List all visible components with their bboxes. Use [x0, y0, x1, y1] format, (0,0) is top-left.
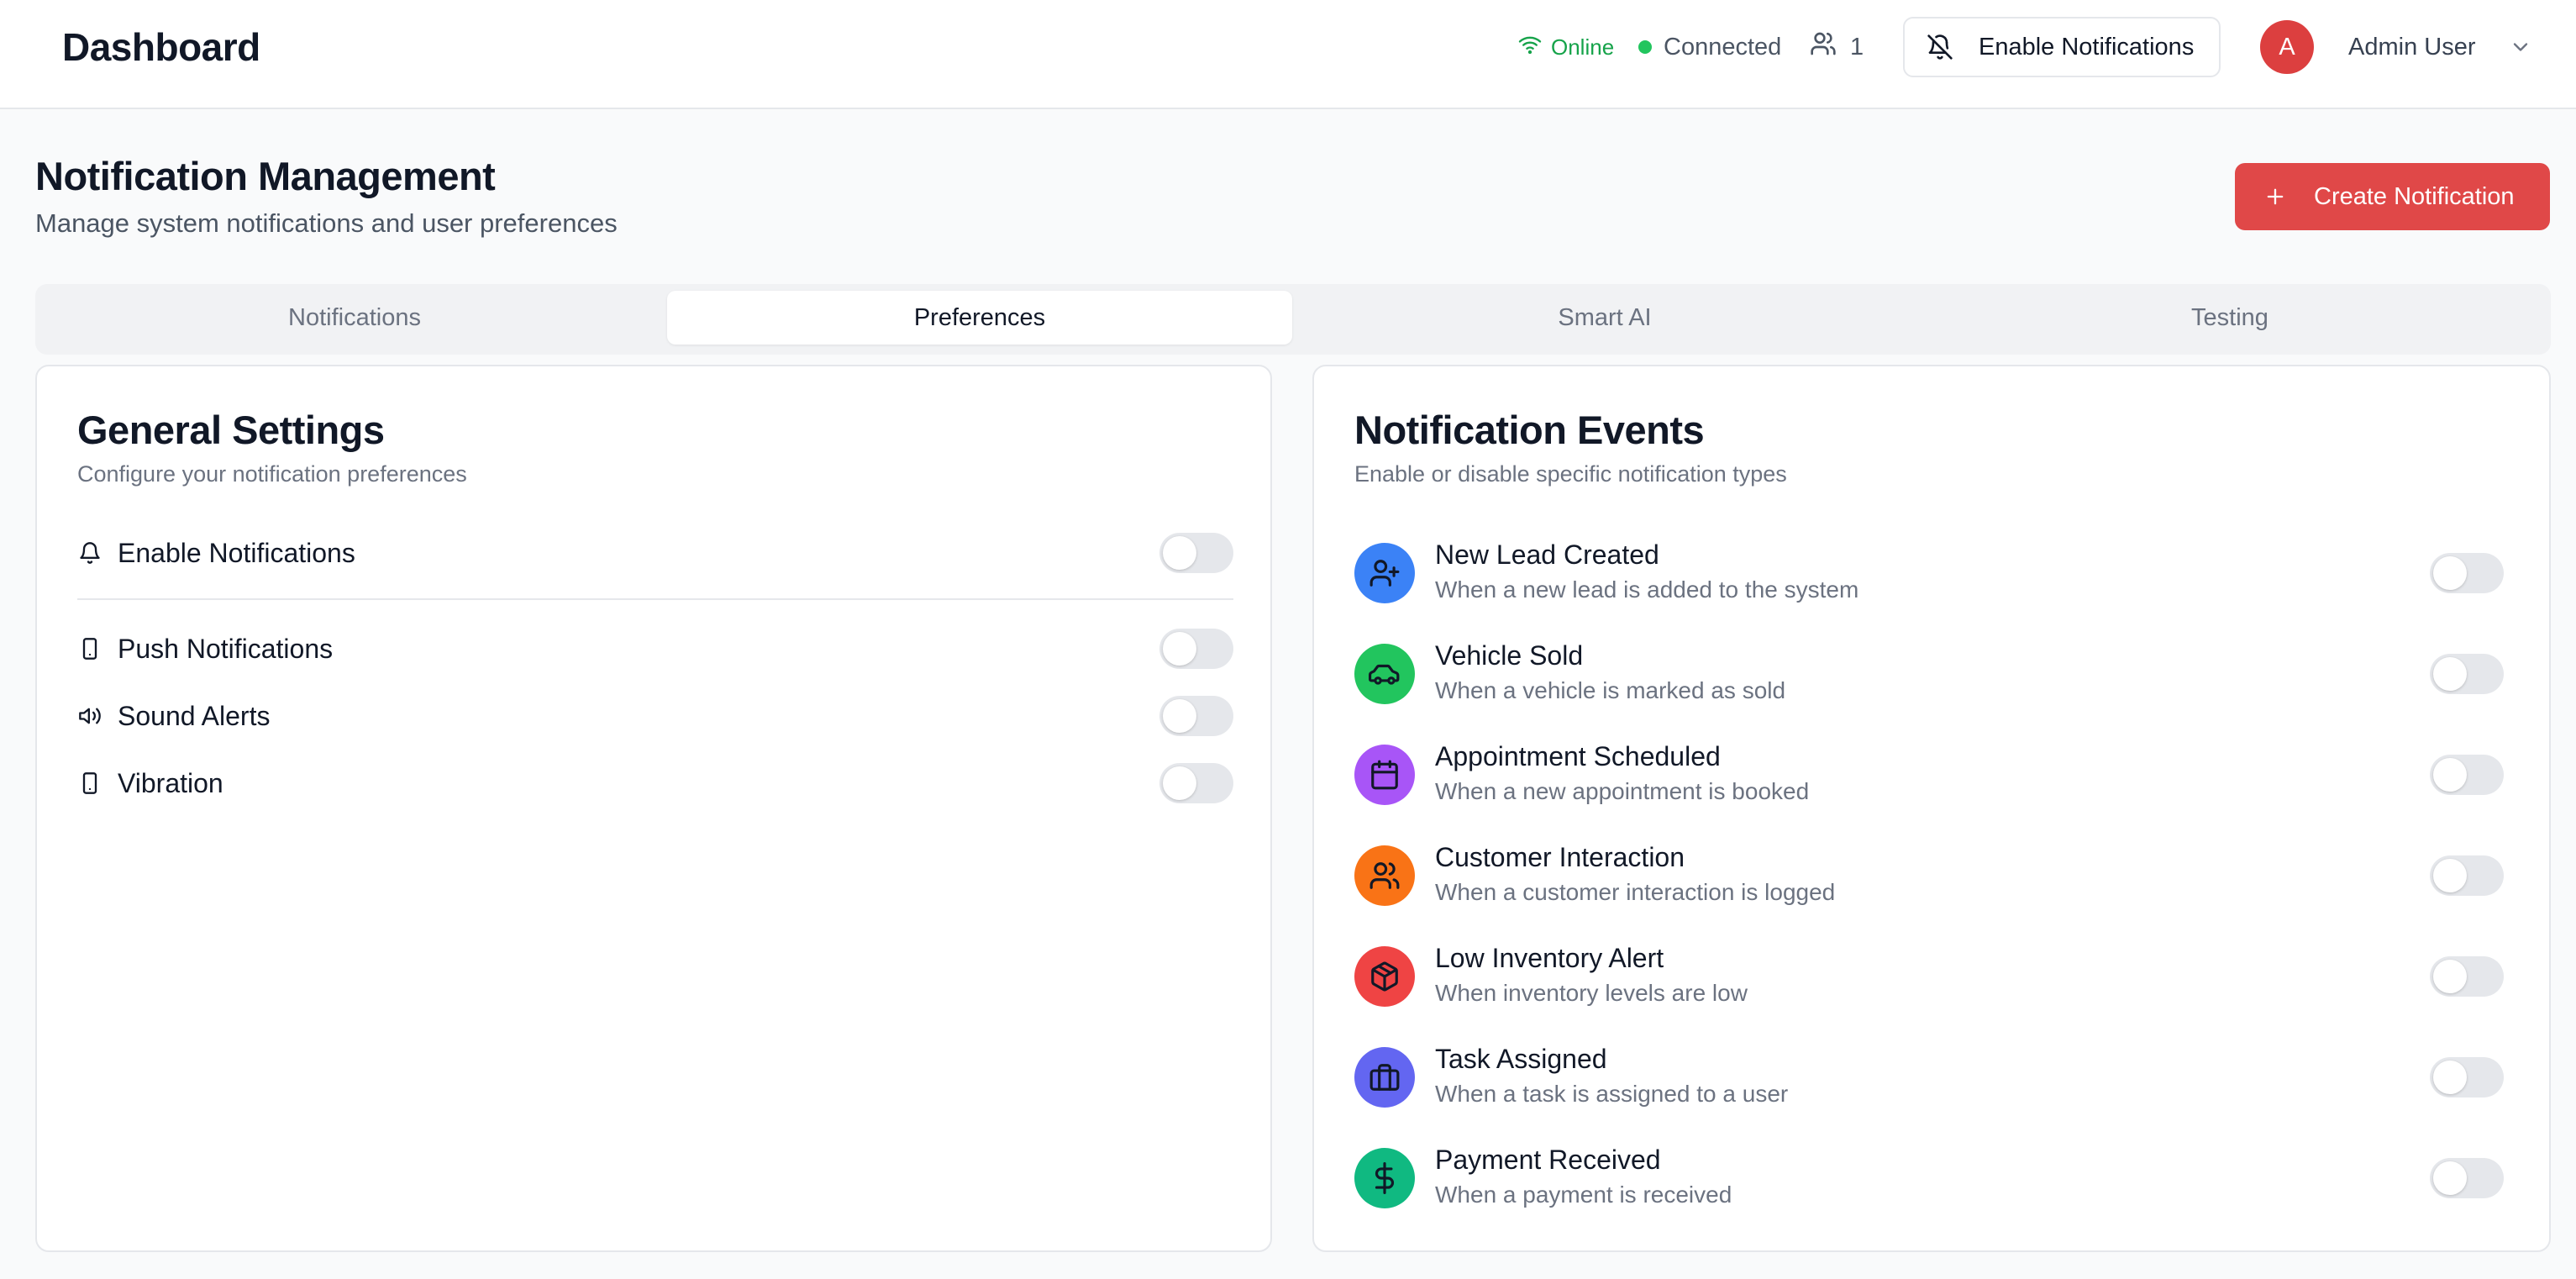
tab-testing[interactable]: Testing	[1917, 291, 2542, 345]
event-task-assigned: Task Assigned When a task is assigned to…	[1354, 1040, 2510, 1116]
general-settings-card: General Settings Configure your notifica…	[35, 365, 1272, 1252]
event-appointment-scheduled: Appointment Scheduled When a new appoint…	[1354, 738, 2510, 813]
event-description: When a new lead is added to the system	[1435, 576, 1859, 603]
appointment-scheduled-toggle[interactable]	[2430, 755, 2504, 795]
toggle-knob	[2433, 657, 2467, 691]
divider	[77, 598, 1233, 600]
car-icon	[1354, 644, 1415, 704]
speaker-icon	[77, 703, 103, 729]
notification-events-card: Notification Events Enable or disable sp…	[1312, 365, 2551, 1252]
toggle-knob	[2433, 960, 2467, 993]
event-description: When a task is assigned to a user	[1435, 1081, 1789, 1107]
toggle-knob	[2433, 556, 2467, 590]
users-count: 1	[1850, 33, 1864, 61]
package-icon	[1354, 946, 1415, 1007]
event-title: Low Inventory Alert	[1435, 943, 1664, 973]
setting-sound-alerts: Sound Alerts	[77, 691, 1233, 741]
setting-label: Enable Notifications	[118, 537, 355, 568]
event-title: Appointment Scheduled	[1435, 741, 1721, 771]
task-assigned-toggle[interactable]	[2430, 1057, 2504, 1097]
online-status: Online	[1517, 0, 1614, 94]
smartphone-icon	[77, 636, 103, 661]
setting-label: Sound Alerts	[118, 700, 271, 731]
event-payment-received: Payment Received When a payment is recei…	[1354, 1141, 2510, 1217]
tab-preferences[interactable]: Preferences	[667, 291, 1292, 345]
users-icon	[1354, 845, 1415, 906]
create-notification-button[interactable]: Create Notification	[2235, 163, 2550, 230]
wifi-icon	[1517, 34, 1543, 61]
notification-events-title: Notification Events	[1354, 408, 1705, 452]
tab-notifications[interactable]: Notifications	[42, 291, 667, 345]
toggle-knob	[2433, 1161, 2467, 1195]
top-header: Dashboard Online Connected 1 Enable Noti…	[0, 0, 2576, 109]
toggle-knob	[2433, 758, 2467, 792]
toggle-knob	[1163, 766, 1196, 800]
toggle-knob	[1163, 632, 1196, 666]
event-title: New Lead Created	[1435, 539, 1659, 570]
vibration-toggle[interactable]	[1159, 763, 1233, 803]
event-title: Customer Interaction	[1435, 842, 1685, 872]
enable-notifications-button[interactable]: Enable Notifications	[1903, 17, 2221, 77]
event-description: When a customer interaction is logged	[1435, 879, 1836, 905]
sound-alerts-toggle[interactable]	[1159, 696, 1233, 736]
event-customer-interaction: Customer Interaction When a customer int…	[1354, 839, 2510, 914]
event-title: Payment Received	[1435, 1145, 1661, 1175]
avatar[interactable]: A	[2260, 20, 2314, 74]
setting-enable-notifications: Enable Notifications	[77, 528, 1233, 578]
bell-icon	[77, 540, 103, 566]
setting-vibration: Vibration	[77, 758, 1233, 808]
vehicle-sold-toggle[interactable]	[2430, 654, 2504, 694]
create-notification-label: Create Notification	[2314, 182, 2515, 210]
user-plus-icon	[1354, 543, 1415, 603]
page-subtitle: Manage system notifications and user pre…	[35, 208, 618, 238]
page-title: Notification Management	[35, 154, 496, 198]
new-lead-created-toggle[interactable]	[2430, 553, 2504, 593]
user-name[interactable]: Admin User	[2348, 30, 2476, 64]
enable-notifications-toggle[interactable]	[1159, 533, 1233, 573]
event-title: Vehicle Sold	[1435, 640, 1584, 671]
enable-notifications-label: Enable Notifications	[1979, 33, 2195, 61]
setting-push-notifications: Push Notifications	[77, 624, 1233, 674]
connected-dot-icon	[1638, 40, 1652, 54]
online-label: Online	[1551, 34, 1615, 60]
toggle-knob	[2433, 1061, 2467, 1094]
event-title: Task Assigned	[1435, 1044, 1607, 1074]
connected-label: Connected	[1664, 33, 1782, 61]
setting-label: Push Notifications	[118, 633, 334, 664]
general-settings-description: Configure your notification preferences	[77, 461, 467, 487]
dollar-icon	[1354, 1148, 1415, 1208]
notification-events-description: Enable or disable specific notification …	[1354, 461, 1787, 487]
toggle-knob	[1163, 699, 1196, 733]
push-notifications-toggle[interactable]	[1159, 629, 1233, 669]
toggle-knob	[1163, 536, 1196, 570]
event-description: When a new appointment is booked	[1435, 778, 1810, 804]
payment-received-toggle[interactable]	[2430, 1158, 2504, 1198]
toggle-knob	[2433, 859, 2467, 892]
event-description: When inventory levels are low	[1435, 980, 1748, 1006]
general-settings-title: General Settings	[77, 408, 385, 452]
tab-bar: Notifications Preferences Smart AI Testi…	[35, 284, 2551, 355]
event-description: When a vehicle is marked as sold	[1435, 677, 1786, 703]
low-inventory-alert-toggle[interactable]	[2430, 956, 2504, 997]
smartphone-icon	[77, 771, 103, 796]
setting-label: Vibration	[118, 767, 223, 798]
tab-smart-ai[interactable]: Smart AI	[1292, 291, 1917, 345]
event-low-inventory-alert: Low Inventory Alert When inventory level…	[1354, 940, 2510, 1015]
bell-off-icon	[1927, 34, 1953, 60]
event-new-lead-created: New Lead Created When a new lead is adde…	[1354, 536, 2510, 612]
users-icon	[1810, 30, 1837, 64]
plus-icon	[2267, 188, 2284, 205]
chevron-down-icon[interactable]	[2509, 35, 2532, 63]
customer-interaction-toggle[interactable]	[2430, 855, 2504, 896]
event-vehicle-sold: Vehicle Sold When a vehicle is marked as…	[1354, 637, 2510, 713]
briefcase-icon	[1354, 1047, 1415, 1108]
event-description: When a payment is received	[1435, 1182, 1732, 1208]
calendar-icon	[1354, 745, 1415, 805]
connection-status: Connected	[1638, 0, 1781, 94]
app-title: Dashboard	[62, 25, 260, 69]
active-users: 1	[1810, 0, 1864, 94]
